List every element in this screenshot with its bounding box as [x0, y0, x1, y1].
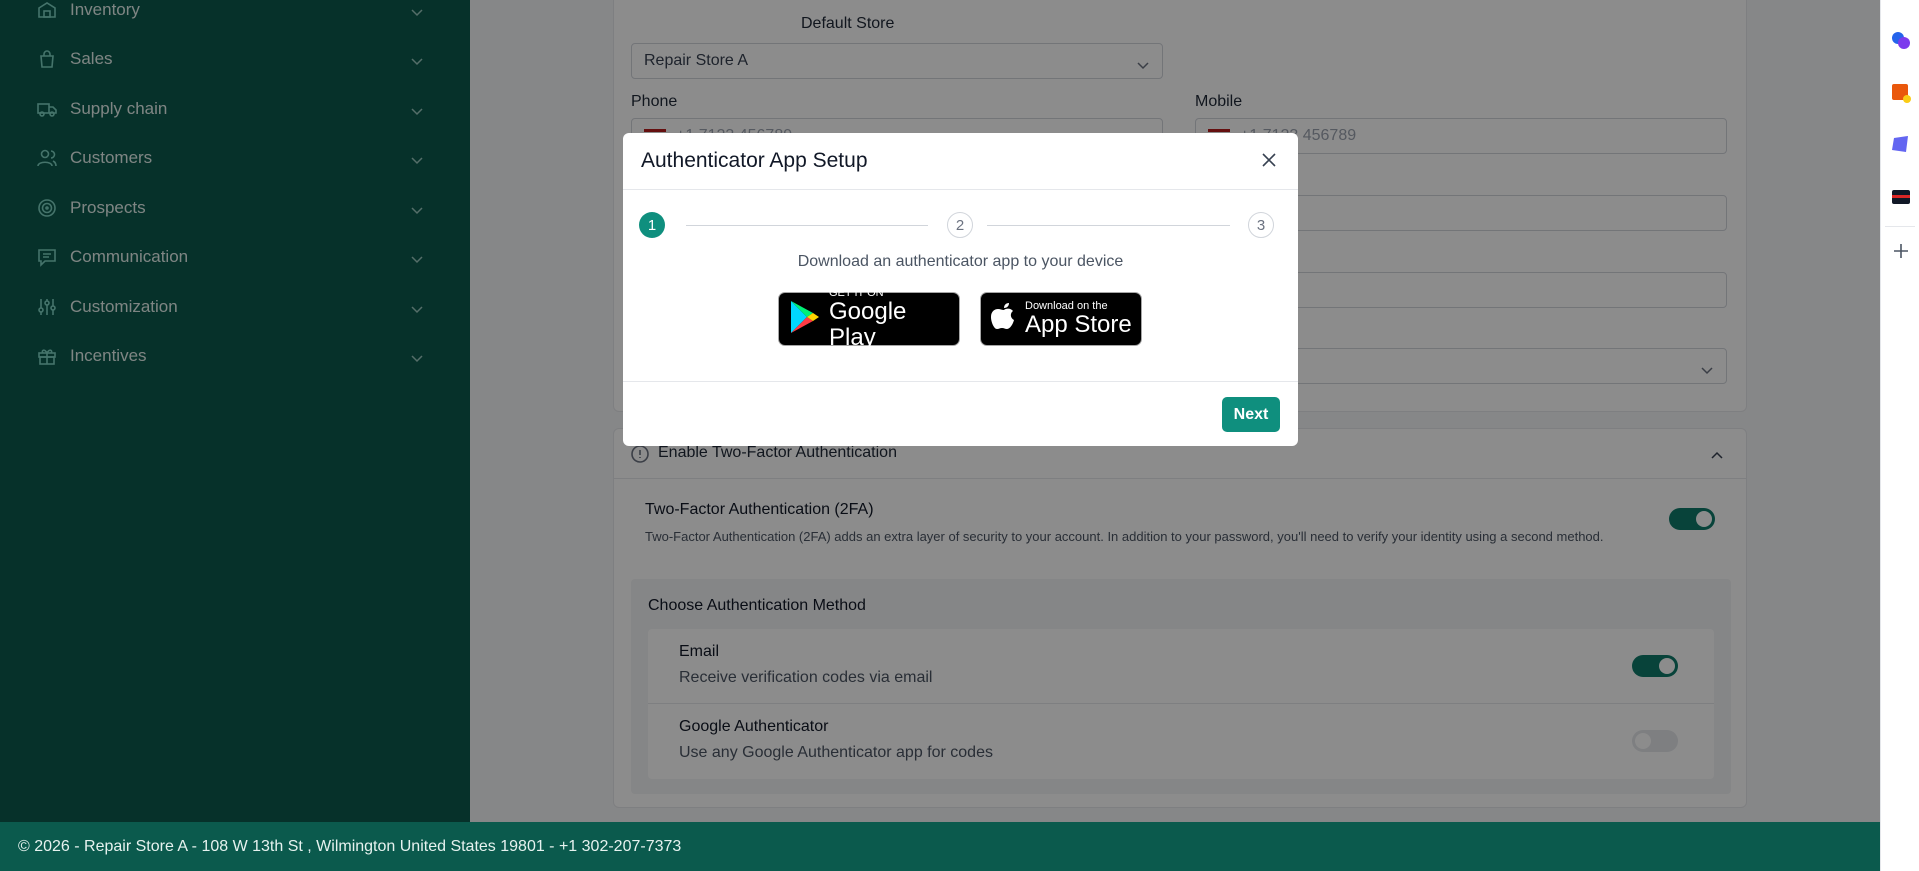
- step-3: 3: [1248, 212, 1274, 238]
- step-1: 1: [639, 212, 665, 238]
- apple-icon: [991, 302, 1017, 337]
- step-2: 2: [947, 212, 973, 238]
- footer: © 2026 - Repair Store A - 108 W 13th St …: [0, 822, 1880, 871]
- extension-purple-icon[interactable]: [1890, 134, 1910, 154]
- close-icon[interactable]: [1258, 149, 1280, 171]
- step-connector: [686, 225, 928, 226]
- google-play-button[interactable]: GET IT ON Google Play: [778, 287, 960, 351]
- google-play-big-text: Google Play: [829, 298, 907, 351]
- authenticator-setup-modal: Authenticator App Setup 1 2 3 Download a…: [623, 133, 1298, 446]
- modal-message: Download an authenticator app to your de…: [797, 253, 1124, 270]
- google-play-icon: [789, 299, 821, 340]
- extension-card-icon[interactable]: [1890, 186, 1910, 206]
- chat-bubbles-icon[interactable]: [1890, 30, 1910, 50]
- extension-orange-icon[interactable]: [1890, 82, 1911, 103]
- modal-title: Authenticator App Setup: [641, 149, 868, 172]
- modal-header-divider: [623, 189, 1298, 190]
- app-store-button[interactable]: Download on the App Store: [980, 292, 1142, 346]
- modal-footer-divider: [623, 381, 1298, 382]
- divider: [1885, 226, 1915, 227]
- step-connector: [987, 225, 1230, 226]
- app-store-big-text: App Store: [1025, 311, 1132, 338]
- footer-text: © 2026 - Repair Store A - 108 W 13th St …: [18, 837, 682, 855]
- next-button[interactable]: Next: [1222, 397, 1280, 432]
- right-utility-bar: [1880, 0, 1919, 871]
- add-icon[interactable]: [1890, 240, 1910, 260]
